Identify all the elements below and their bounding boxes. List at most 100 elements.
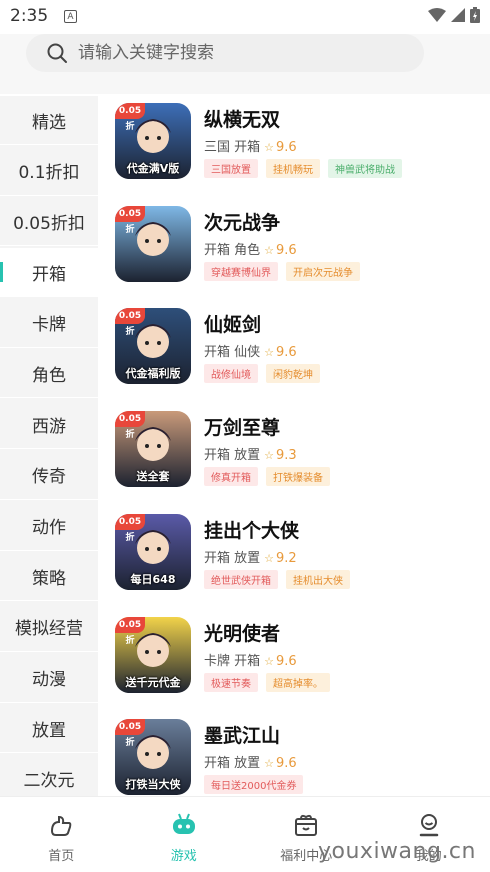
game-meta: 三国 开箱 ☆9.6 [204,136,297,155]
game-icon[interactable]: 0.05折送全套 [115,411,191,487]
nav-home-label: 首页 [48,845,74,864]
game-list-item[interactable]: 0.05折代金福利版仙姬剑开箱 仙侠☆9.6战修仙境闲豹乾坤 [98,301,490,404]
game-title[interactable]: 次元战争 [204,208,280,235]
game-tag: 穿越赛博仙界 [204,262,278,281]
nav-games-label: 游戏 [171,845,197,864]
category-item[interactable]: 开箱 [0,248,98,297]
game-meta: 开箱 角色☆9.6 [204,239,297,258]
game-list-item[interactable]: 0.05折每日648 挂出个大侠开箱 放置☆9.2 绝世武侠开箱挂机出大侠 [98,507,490,610]
game-title[interactable]: 万剑至尊 [204,413,280,440]
watermark: youxiwang.cn [318,839,476,864]
search-input[interactable] [76,42,400,64]
icon-banner-text: 打铁当大侠 [115,776,191,792]
category-item[interactable]: 角色 [0,349,98,398]
discount-badge: 0.05折 [115,308,145,324]
game-rating: 9.6 [276,756,297,771]
game-genre: 卡牌 开箱 [204,654,260,669]
game-tag: 每日送2000代金券 [204,775,303,794]
search-area [0,34,490,94]
category-item[interactable]: 0.1折扣 [0,147,98,196]
category-item[interactable]: 卡牌 [0,299,98,348]
game-tags: 穿越赛博仙界开启次元战争 [204,262,360,281]
game-genre: 开箱 角色 [204,243,260,258]
game-list-item[interactable]: 0.05折送千元代金光明使者卡牌 开箱 ☆9.6 极速节奏超高掉率。 [98,610,490,713]
game-icon[interactable]: 0.05折代金满V版 [115,103,191,179]
game-tags: 修真开箱打铁爆装备 [204,467,330,486]
nav-home[interactable]: 首页 [0,797,123,872]
game-icon[interactable]: 0.05折打铁当大侠 [115,719,191,795]
category-item[interactable]: 动漫 [0,654,98,703]
user-icon [415,811,443,839]
star-icon: ☆ [264,552,274,565]
game-rating: 9.6 [276,243,297,258]
notification-icon: A [64,10,77,23]
home-icon [47,811,75,839]
search-bar[interactable] [26,34,424,72]
game-title[interactable]: 墨武江山 [204,721,280,748]
star-icon: ☆ [264,141,274,154]
game-tag: 打铁爆装备 [266,467,330,486]
game-genre: 开箱 放置 [204,448,260,463]
discount-badge: 0.05折 [115,719,145,735]
game-tag: 极速节奏 [204,673,258,692]
status-time: 2:35 [10,6,48,26]
category-item[interactable]: 西游 [0,400,98,449]
discount-badge: 0.05折 [115,617,145,633]
game-tags: 战修仙境闲豹乾坤 [204,364,320,383]
game-list-item[interactable]: 0.05折送全套万剑至尊开箱 放置☆9.3修真开箱打铁爆装备 [98,404,490,507]
game-genre: 三国 开箱 [204,140,260,155]
category-item[interactable]: 精选 [0,96,98,145]
discount-badge: 0.05折 [115,411,145,427]
game-meta: 开箱 放置☆9.2 [204,547,297,566]
icon-banner-text: 代金满V版 [115,160,191,176]
game-tag: 战修仙境 [204,364,258,383]
game-list-item[interactable]: 0.05折打铁当大侠墨武江山开箱 放置☆9.6每日送2000代金券 [98,712,490,796]
game-rating: 9.3 [276,448,297,463]
icon-banner-text: 每日648 [115,571,191,587]
nav-games[interactable]: 游戏 [123,797,246,872]
game-icon[interactable]: 0.05折 [115,206,191,282]
game-tag: 闲豹乾坤 [266,364,320,383]
category-item[interactable]: 二次元 [0,755,98,796]
discount-badge: 0.05折 [115,103,145,119]
category-item[interactable]: 模拟经营 [0,603,98,652]
icon-banner-text: 送全套 [115,468,191,484]
game-title[interactable]: 挂出个大侠 [204,516,299,543]
game-genre: 开箱 放置 [204,756,260,771]
game-tag: 超高掉率。 [266,673,330,692]
category-item[interactable]: 动作 [0,502,98,551]
game-tag: 开启次元战争 [286,262,360,281]
game-tags: 三国放置挂机畅玩神兽武将助战 [204,159,402,178]
search-icon [46,42,68,64]
game-tags: 极速节奏超高掉率。 [204,673,330,692]
status-icons [428,7,480,23]
game-icon[interactable]: 0.05折代金福利版 [115,308,191,384]
icon-banner-text: 代金福利版 [115,365,191,381]
game-icon[interactable]: 0.05折送千元代金 [115,617,191,693]
game-list-item[interactable]: 0.05折代金满V版纵横无双三国 开箱☆9.6三国放置挂机畅玩神兽武将助战 [98,96,490,199]
game-tag: 修真开箱 [204,467,258,486]
game-title[interactable]: 光明使者 [204,619,280,646]
category-sidebar: 精选0.1折扣0.05折扣开箱卡牌角色西游传奇动作策略模拟经营动漫放置二次元 [0,96,98,796]
discount-badge: 0.05折 [115,206,145,222]
game-meta: 卡牌 开箱 ☆9.6 [204,650,297,669]
game-icon[interactable]: 0.05折每日648 [115,514,191,590]
category-item[interactable]: 放置 [0,704,98,753]
game-genre: 开箱 仙侠 [204,345,260,360]
game-title[interactable]: 仙姬剑 [204,310,261,337]
star-icon: ☆ [264,655,274,668]
category-item[interactable]: 传奇 [0,451,98,500]
game-rating: 9.6 [276,140,297,155]
game-list-item[interactable]: 0.05折 次元战争开箱 角色☆9.6 穿越赛博仙界开启次元战争 [98,199,490,302]
category-item[interactable]: 0.05折扣 [0,197,98,246]
game-tags: 绝世武侠开箱挂机出大侠 [204,570,350,589]
game-rating: 9.6 [276,654,297,669]
game-tag: 挂机畅玩 [266,159,320,178]
game-tag: 绝世武侠开箱 [204,570,278,589]
gift-icon [292,811,320,839]
category-item[interactable]: 策略 [0,552,98,601]
game-meta: 开箱 仙侠☆9.6 [204,341,297,360]
game-tag: 三国放置 [204,159,258,178]
game-list: 0.05折代金满V版纵横无双三国 开箱☆9.6三国放置挂机畅玩神兽武将助战0.0… [98,96,490,796]
game-title[interactable]: 纵横无双 [204,105,280,132]
